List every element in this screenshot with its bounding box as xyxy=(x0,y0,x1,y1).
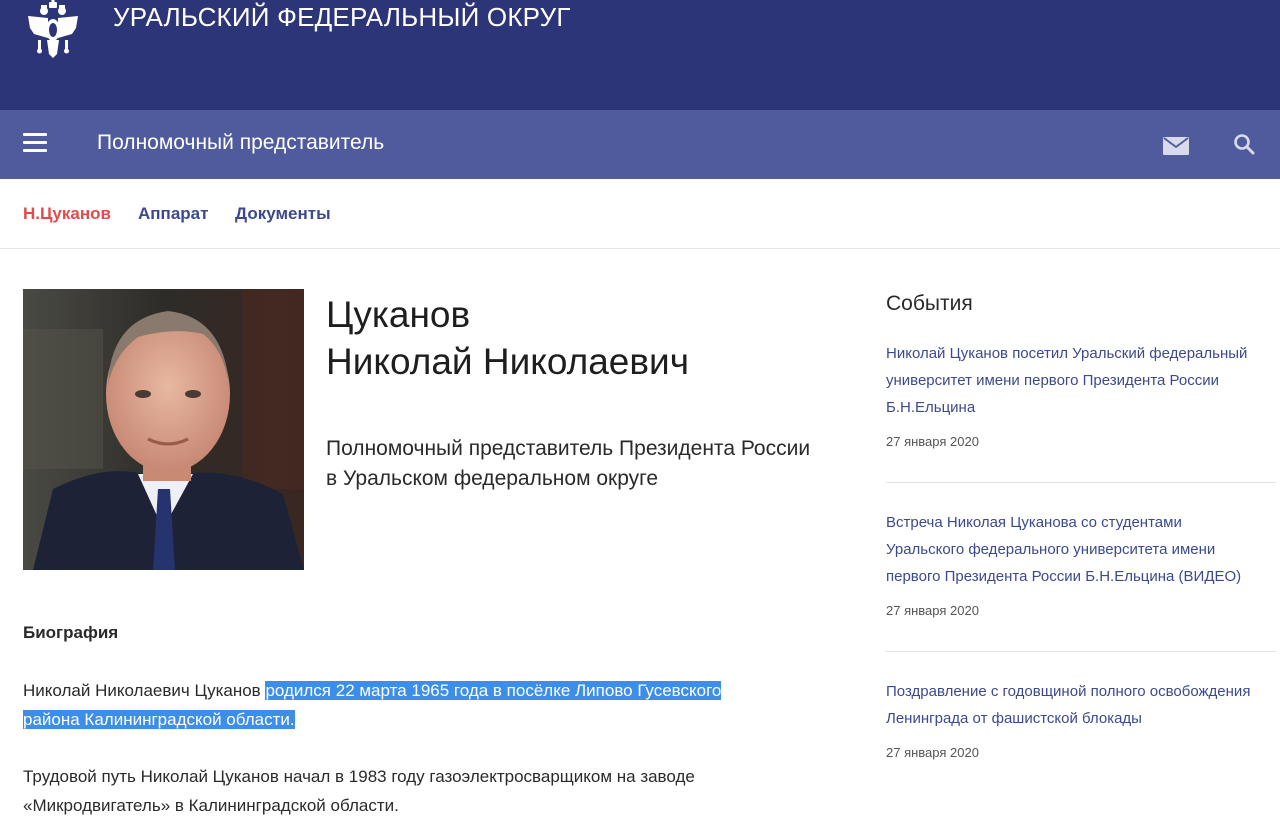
event-item: Николай Цуканов посетил Уральский федера… xyxy=(886,340,1276,449)
event-item: Встреча Николая Цуканова со студентами У… xyxy=(886,509,1276,618)
bio-text-line: Трудовой путь Николай Цуканов начал в 19… xyxy=(23,767,695,786)
event-link-line[interactable]: Ленинграда от фашистской блокады xyxy=(886,705,1276,732)
event-link-line[interactable]: Поздравление с годовщиной полного освобо… xyxy=(886,678,1276,705)
event-divider xyxy=(886,651,1276,652)
bio-text: Николай Николаевич Цуканов xyxy=(23,681,266,700)
position-line-1: Полномочный представитель Президента Рос… xyxy=(326,437,811,460)
selected-text[interactable]: района Калининградской области. xyxy=(23,710,295,729)
event-link-line[interactable]: Николай Цуканов посетил Уральский федера… xyxy=(886,340,1276,367)
event-link[interactable]: Поздравление с годовщиной полного освобо… xyxy=(886,678,1276,732)
bio-text-line: «Микродвигатель» в Калининградской облас… xyxy=(23,796,399,815)
biography-heading: Биография xyxy=(23,623,119,642)
subnav-item-documents[interactable]: Документы xyxy=(235,204,331,224)
mail-icon[interactable] xyxy=(1163,137,1189,155)
search-icon[interactable] xyxy=(1233,133,1255,155)
person-name: Цуканов Николай Николаевич xyxy=(326,291,689,385)
event-date: 27 января 2020 xyxy=(886,745,979,760)
event-link[interactable]: Встреча Николая Цуканова со студентами У… xyxy=(886,509,1276,590)
person-given-names: Николай Николаевич xyxy=(326,341,689,382)
subnav-item-tsukanov[interactable]: Н.Цуканов xyxy=(23,204,111,224)
event-link-line[interactable]: первого Президента России Б.Н.Ельцина (В… xyxy=(886,563,1276,590)
selected-text[interactable]: родился 22 марта 1965 года в посёлке Лип… xyxy=(265,681,722,700)
person-surname: Цуканов xyxy=(326,294,471,335)
event-link-line[interactable]: Встреча Николая Цуканова со студентами xyxy=(886,509,1276,536)
event-link-line[interactable]: Б.Н.Ельцина xyxy=(886,394,1276,421)
event-date: 27 января 2020 xyxy=(886,603,979,618)
events-heading: События xyxy=(886,292,973,315)
portrait-photo xyxy=(23,289,304,570)
event-date: 27 января 2020 xyxy=(886,434,979,449)
event-link-line[interactable]: университет имени первого Президента Рос… xyxy=(886,367,1276,394)
event-link-line[interactable]: Уральского федерального университета име… xyxy=(886,536,1276,563)
person-position: Полномочный представитель Президента Рос… xyxy=(326,434,866,494)
event-divider xyxy=(886,482,1276,483)
event-item: Поздравление с годовщиной полного освобо… xyxy=(886,678,1276,760)
subnav-item-apparat[interactable]: Аппарат xyxy=(138,204,208,224)
hamburger-menu-icon[interactable] xyxy=(23,133,47,155)
biography-paragraph-2: Трудовой путь Николай Цуканов начал в 19… xyxy=(23,762,823,820)
nav-section-title[interactable]: Полномочный представитель xyxy=(97,131,384,155)
double-headed-eagle-emblem-icon[interactable] xyxy=(24,0,82,60)
site-title[interactable]: УРАЛЬСКИЙ ФЕДЕРАЛЬНЫЙ ОКРУГ xyxy=(113,2,571,33)
position-line-2: в Уральском федеральном округе xyxy=(326,467,659,490)
biography-paragraph-1: Николай Николаевич Цуканов родился 22 ма… xyxy=(23,676,823,734)
event-link[interactable]: Николай Цуканов посетил Уральский федера… xyxy=(886,340,1276,421)
